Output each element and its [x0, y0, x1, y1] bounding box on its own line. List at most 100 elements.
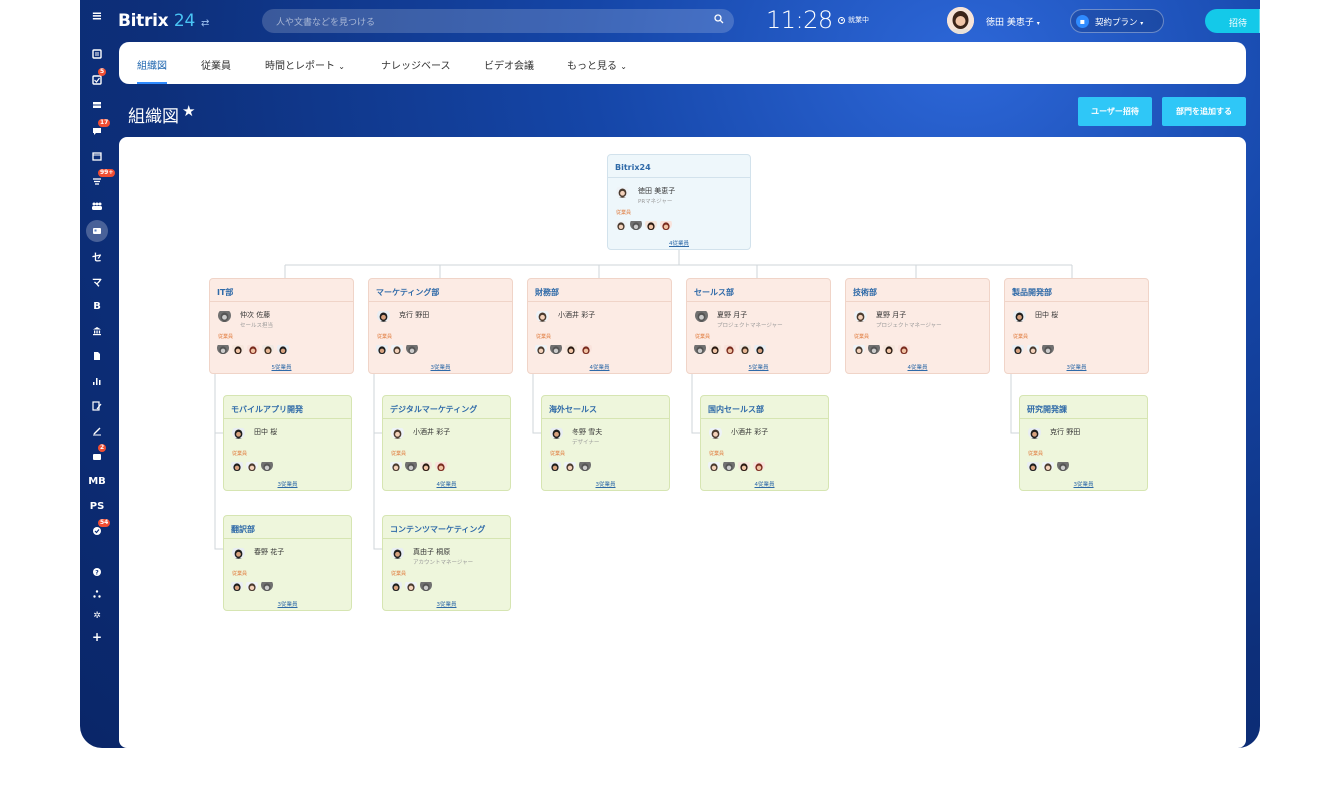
user-avatar[interactable]: [947, 7, 974, 34]
logo[interactable]: Bitrix 24 ⇄: [118, 11, 209, 31]
employee-count-link[interactable]: 5従業員: [210, 363, 353, 371]
head-name[interactable]: 仲次 佐藤: [240, 310, 270, 320]
employee-avatar[interactable]: [853, 342, 865, 354]
employee-avatar[interactable]: [615, 218, 627, 230]
employee-avatar[interactable]: [231, 579, 243, 591]
employee-avatar[interactable]: [645, 218, 657, 230]
employee-avatar[interactable]: [754, 342, 766, 354]
head-name[interactable]: 田中 桜: [1035, 310, 1058, 320]
settings-gear-icon[interactable]: ✲: [80, 606, 114, 626]
tab-org-chart[interactable]: 組織図: [137, 57, 167, 72]
employee-avatar[interactable]: [405, 579, 417, 591]
card-title[interactable]: デジタルマーケティング: [390, 404, 477, 415]
groups-icon[interactable]: [80, 196, 114, 216]
employee-avatar[interactable]: [565, 342, 577, 354]
employee-avatar[interactable]: [868, 342, 880, 354]
department-card[interactable]: セールス部 夏野 月子 プロジェクトマネージャー 従業員 5従業員: [686, 278, 831, 374]
employee-avatar[interactable]: [580, 342, 592, 354]
subdepartment-card[interactable]: デジタルマーケティング 小酒井 彩子 従業員 4従業員: [382, 395, 511, 491]
feed-icon[interactable]: [80, 44, 114, 64]
employee-count-link[interactable]: 5従業員: [687, 363, 830, 371]
employee-avatar[interactable]: [247, 342, 259, 354]
head-avatar[interactable]: [1028, 426, 1041, 439]
head-avatar[interactable]: [377, 309, 390, 322]
employee-avatar[interactable]: [1042, 342, 1054, 354]
card-title[interactable]: コンテンツマーケティング: [390, 524, 485, 535]
card-title[interactable]: Bitrix24: [615, 163, 651, 172]
pen-icon[interactable]: [80, 421, 114, 441]
head-avatar[interactable]: [218, 309, 231, 322]
card-title[interactable]: 研究開発課: [1027, 404, 1067, 415]
employee-avatar[interactable]: [630, 218, 642, 230]
card-title[interactable]: セールス部: [694, 287, 734, 298]
structure-icon[interactable]: [80, 584, 114, 604]
employee-count-link[interactable]: 3従業員: [1020, 480, 1147, 488]
analytics-icon[interactable]: [80, 371, 114, 391]
employee-avatar[interactable]: [246, 459, 258, 471]
employee-count-link[interactable]: 4従業員: [846, 363, 989, 371]
department-card[interactable]: 製品開発部 田中 桜従業員 3従業員: [1004, 278, 1149, 374]
card-title[interactable]: 海外セールス: [549, 404, 597, 415]
sidebar-item-mb[interactable]: MB: [80, 471, 114, 491]
org-root-card[interactable]: Bitrix24 徳田 美恵子 PRマネジャー 従業員 4従業員: [607, 154, 751, 250]
head-avatar[interactable]: [391, 546, 404, 559]
department-card[interactable]: IT部 仲次 佐藤 セールス担当 従業員 5従業員: [209, 278, 354, 374]
employee-avatar[interactable]: [564, 459, 576, 471]
head-avatar[interactable]: [536, 309, 549, 322]
crm-icon[interactable]: 2: [80, 444, 114, 466]
employee-avatar[interactable]: [405, 459, 417, 471]
employee-avatar[interactable]: [390, 459, 402, 471]
head-avatar[interactable]: [616, 185, 629, 198]
employee-avatar[interactable]: [420, 579, 432, 591]
employee-avatar[interactable]: [1027, 342, 1039, 354]
head-name[interactable]: 小酒井 彩子: [558, 310, 595, 320]
calendar-icon[interactable]: [80, 146, 114, 166]
user-menu[interactable]: 徳田 美恵子 ▾: [986, 15, 1040, 28]
sidebar-item-m[interactable]: マ: [80, 271, 114, 291]
head-name[interactable]: 夏野 月子: [876, 310, 906, 320]
document-icon[interactable]: [80, 346, 114, 366]
employee-avatar[interactable]: [549, 459, 561, 471]
subdepartment-card[interactable]: コンテンツマーケティング 真由子 桐原 アカウントマネージャー 従業員 3従業員: [382, 515, 511, 611]
switch-icon[interactable]: ⇄: [201, 18, 209, 29]
head-avatar[interactable]: [709, 426, 722, 439]
head-name[interactable]: 田中 桜: [254, 427, 277, 437]
employee-avatar[interactable]: [1042, 459, 1054, 471]
card-title[interactable]: IT部: [217, 287, 233, 298]
drive-icon[interactable]: [80, 95, 114, 115]
head-avatar[interactable]: [1013, 309, 1026, 322]
subdepartment-card[interactable]: モバイルアプリ開発 田中 桜従業員 3従業員: [223, 395, 352, 491]
employee-avatar[interactable]: [261, 459, 273, 471]
head-avatar[interactable]: [391, 426, 404, 439]
chevron-down-icon[interactable]: ▾: [1259, 9, 1260, 33]
employee-count-link[interactable]: 4従業員: [701, 480, 828, 488]
head-name[interactable]: 克行 野田: [399, 310, 429, 320]
card-title[interactable]: 国内セールス部: [708, 404, 764, 415]
employee-avatar[interactable]: [1027, 459, 1039, 471]
employee-count-link[interactable]: 3従業員: [383, 600, 510, 608]
add-icon[interactable]: +: [80, 627, 114, 647]
head-name[interactable]: 真由子 桐原: [413, 547, 450, 557]
department-card[interactable]: マーケティング部 克行 野田 従業員 3従業員: [368, 278, 513, 374]
head-avatar[interactable]: [695, 309, 708, 322]
employee-avatar[interactable]: [898, 342, 910, 354]
head-name[interactable]: 冬野 雪夫: [572, 427, 602, 437]
tasks-icon[interactable]: 5: [80, 68, 114, 90]
department-card[interactable]: 技術部 夏野 月子 プロジェクトマネージャー 従業員 4従業員: [845, 278, 990, 374]
bank-icon[interactable]: [80, 321, 114, 341]
head-name[interactable]: 小酒井 彩子: [731, 427, 768, 437]
head-name[interactable]: 徳田 美恵子: [638, 186, 675, 196]
favorite-star-icon[interactable]: ★: [182, 102, 195, 120]
card-title[interactable]: モバイルアプリ開発: [231, 404, 303, 415]
employee-avatar[interactable]: [694, 342, 706, 354]
search-icon[interactable]: [714, 14, 724, 27]
employee-avatar[interactable]: [535, 342, 547, 354]
menu-icon[interactable]: ≡: [80, 7, 114, 27]
employee-count-link[interactable]: 3従業員: [542, 480, 669, 488]
employee-avatar[interactable]: [217, 342, 229, 354]
employee-avatar[interactable]: [753, 459, 765, 471]
sidebar-item-ps[interactable]: PS: [80, 496, 114, 516]
employee-avatar[interactable]: [277, 342, 289, 354]
card-title[interactable]: 財務部: [535, 287, 559, 298]
subdepartment-card[interactable]: 海外セールス 冬野 雪夫 デザイナー 従業員 3従業員: [541, 395, 670, 491]
